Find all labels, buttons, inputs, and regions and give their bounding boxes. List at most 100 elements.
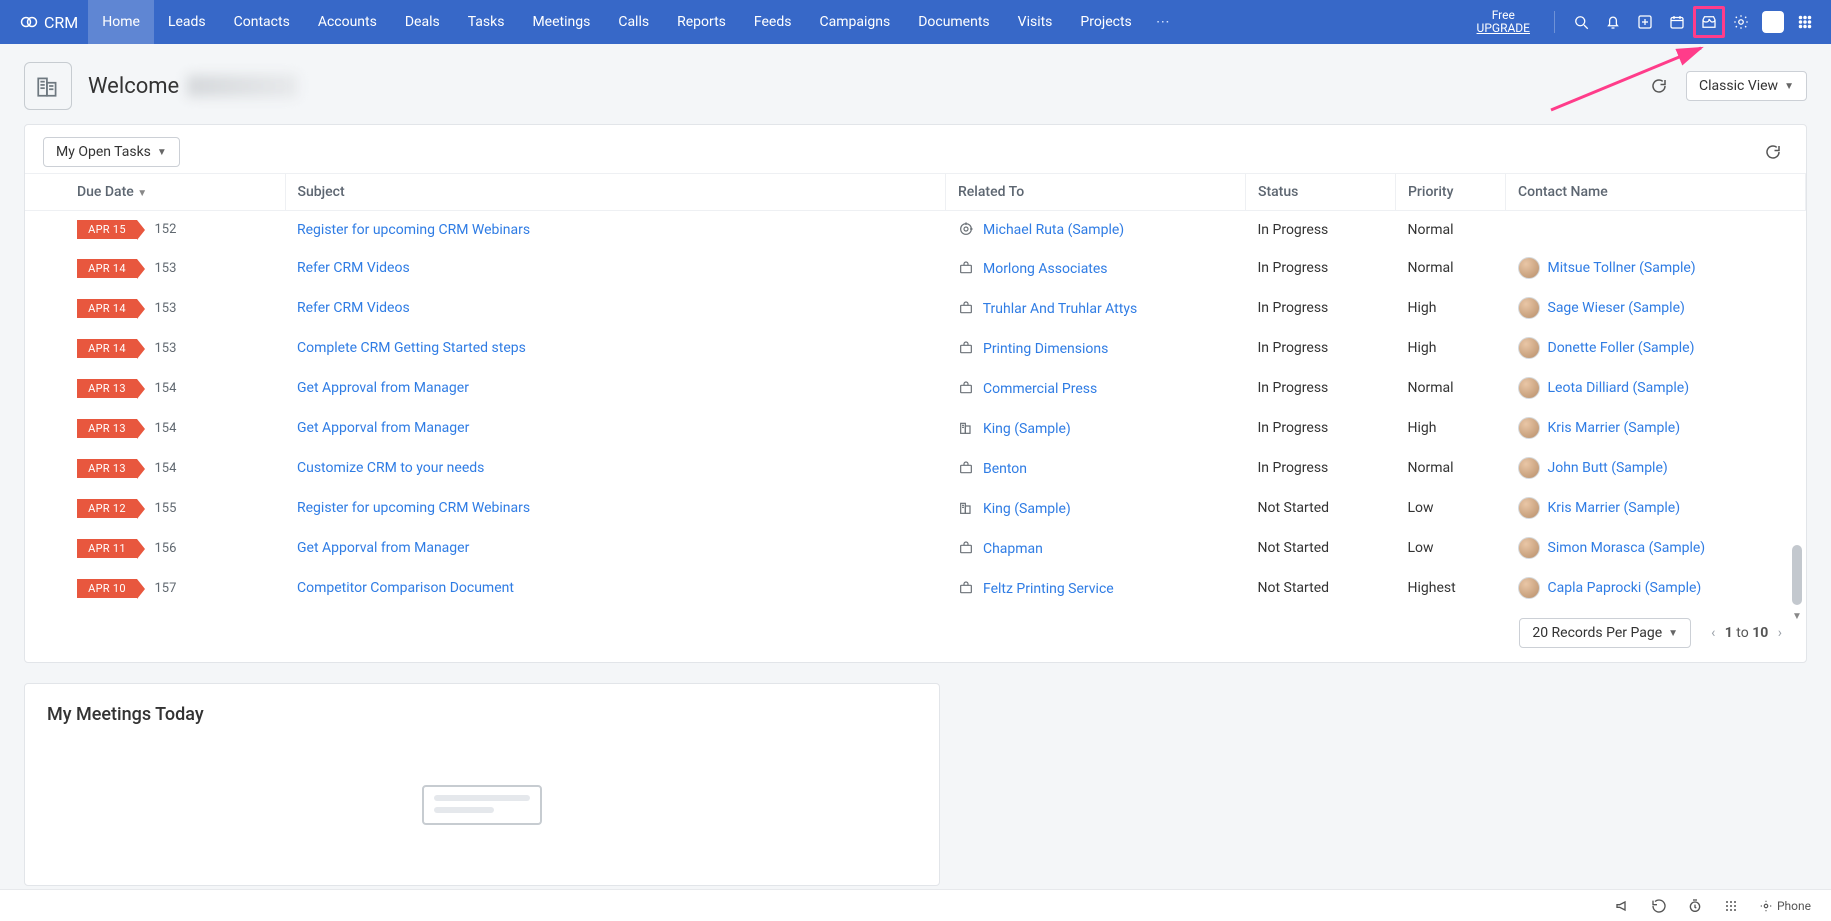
task-filter-dropdown[interactable]: My Open Tasks ▼ [43,137,180,167]
related-link[interactable]: Michael Ruta (Sample) [983,222,1124,238]
calendar-icon[interactable] [1661,6,1693,38]
nav-home[interactable]: Home [88,0,154,44]
days-count: 157 [154,581,176,596]
pager-next-icon[interactable]: › [1778,625,1782,641]
nav-leads[interactable]: Leads [154,0,220,44]
row-checkbox[interactable] [25,568,65,608]
related-link[interactable]: Morlong Associates [983,261,1108,277]
subject-link[interactable]: Get Apporval from Manager [297,420,469,436]
related-link[interactable]: Commercial Press [983,381,1097,397]
refresh-page-icon[interactable] [1644,71,1674,101]
col-related-to[interactable]: Related To [946,174,1246,211]
contact-link[interactable]: Donette Foller (Sample) [1548,340,1695,356]
related-link[interactable]: Benton [983,461,1027,477]
col-contact-name[interactable]: Contact Name [1506,174,1806,211]
scroll-down-icon[interactable]: ▼ [1792,611,1802,622]
col-due-date[interactable]: Due Date ▼ [65,174,285,211]
nav-more-icon[interactable]: ⋯ [1146,14,1180,30]
table-row[interactable]: APR 13 154 Get Apporval from Manager Kin… [25,408,1806,448]
pager-prev-icon[interactable]: ‹ [1711,625,1715,641]
contact-link[interactable]: John Butt (Sample) [1548,460,1668,476]
nav-documents[interactable]: Documents [904,0,1003,44]
brand-logo[interactable]: CRM [10,13,88,32]
related-link[interactable]: King (Sample) [983,421,1071,437]
row-checkbox[interactable] [25,528,65,568]
nav-meetings[interactable]: Meetings [518,0,604,44]
col-subject[interactable]: Subject [285,174,946,211]
bell-icon[interactable] [1597,6,1629,38]
nav-campaigns[interactable]: Campaigns [805,0,904,44]
subject-link[interactable]: Get Approval from Manager [297,380,469,396]
table-row[interactable]: APR 13 154 Customize CRM to your needs B… [25,448,1806,488]
related-link[interactable]: Truhlar And Truhlar Attys [983,301,1138,317]
related-link[interactable]: Chapman [983,541,1043,557]
subject-link[interactable]: Customize CRM to your needs [297,460,484,476]
row-checkbox[interactable] [25,488,65,528]
row-checkbox[interactable] [25,288,65,328]
refresh-tasks-icon[interactable] [1758,137,1788,167]
nav-calls[interactable]: Calls [604,0,663,44]
subject-link[interactable]: Complete CRM Getting Started steps [297,340,526,356]
contact-link[interactable]: Leota Dilliard (Sample) [1548,380,1690,396]
row-checkbox[interactable] [25,368,65,408]
nav-deals[interactable]: Deals [391,0,454,44]
nav-projects[interactable]: Projects [1066,0,1145,44]
table-row[interactable]: APR 13 154 Get Approval from Manager Com… [25,368,1806,408]
contact-link[interactable]: Sage Wieser (Sample) [1548,300,1685,316]
table-row[interactable]: APR 11 156 Get Apporval from Manager Cha… [25,528,1806,568]
org-icon[interactable] [24,62,72,110]
scrollbar-thumb[interactable] [1792,545,1802,605]
nav-visits[interactable]: Visits [1004,0,1067,44]
marketplace-icon[interactable] [1693,6,1725,38]
contact-link[interactable]: Mitsue Tollner (Sample) [1548,260,1696,276]
nav-tasks[interactable]: Tasks [454,0,519,44]
subject-link[interactable]: Get Apporval from Manager [297,540,469,556]
table-row[interactable]: APR 14 153 Complete CRM Getting Started … [25,328,1806,368]
row-checkbox[interactable] [25,448,65,488]
contact-link[interactable]: Kris Marrier (Sample) [1548,500,1681,516]
subject-link[interactable]: Refer CRM Videos [297,260,410,276]
clock-icon[interactable] [1687,898,1703,914]
related-link[interactable]: Printing Dimensions [983,341,1108,357]
history-icon[interactable] [1651,898,1667,914]
contact-link[interactable]: Kris Marrier (Sample) [1548,420,1681,436]
subject-link[interactable]: Refer CRM Videos [297,300,410,316]
col-priority[interactable]: Priority [1396,174,1506,211]
dialpad-icon[interactable] [1723,898,1739,914]
add-icon[interactable] [1629,6,1661,38]
subject-link[interactable]: Competitor Comparison Document [297,580,514,596]
row-checkbox[interactable] [25,211,65,249]
app-grid-icon[interactable] [1789,6,1821,38]
table-row[interactable]: APR 14 153 Refer CRM Videos Morlong Asso… [25,248,1806,288]
profile-avatar[interactable] [1757,6,1789,38]
nav-accounts[interactable]: Accounts [304,0,391,44]
upgrade-link[interactable]: UPGRADE [1477,22,1530,35]
topbar: CRM HomeLeadsContactsAccountsDealsTasksM… [0,0,1831,44]
search-icon[interactable] [1565,6,1597,38]
table-row[interactable]: APR 15 152 Register for upcoming CRM Web… [25,211,1806,249]
welcome-row: Welcome Classic View ▼ [0,44,1831,124]
phone-button[interactable]: Phone [1759,899,1811,913]
table-scrollbar[interactable]: ▼ [1790,163,1804,622]
col-status[interactable]: Status [1246,174,1396,211]
nav-reports[interactable]: Reports [663,0,740,44]
settings-icon[interactable] [1725,6,1757,38]
related-link[interactable]: King (Sample) [983,501,1071,517]
view-selector[interactable]: Classic View ▼ [1686,71,1807,101]
subject-link[interactable]: Register for upcoming CRM Webinars [297,222,530,238]
nav-feeds[interactable]: Feeds [740,0,806,44]
records-per-page[interactable]: 20 Records Per Page ▼ [1519,618,1691,648]
row-checkbox[interactable] [25,248,65,288]
contact-link[interactable]: Simon Morasca (Sample) [1548,540,1706,556]
nav-contacts[interactable]: Contacts [220,0,304,44]
subject-link[interactable]: Register for upcoming CRM Webinars [297,500,530,516]
announce-icon[interactable] [1615,898,1631,914]
related-link[interactable]: Feltz Printing Service [983,581,1114,597]
table-row[interactable]: APR 12 155 Register for upcoming CRM Web… [25,488,1806,528]
table-row[interactable]: APR 14 153 Refer CRM Videos Truhlar And … [25,288,1806,328]
table-row[interactable]: APR 10 157 Competitor Comparison Documen… [25,568,1806,608]
row-checkbox[interactable] [25,408,65,448]
contact-link[interactable]: Capla Paprocki (Sample) [1548,580,1702,596]
upgrade-block[interactable]: Free UPGRADE [1463,9,1544,35]
row-checkbox[interactable] [25,328,65,368]
